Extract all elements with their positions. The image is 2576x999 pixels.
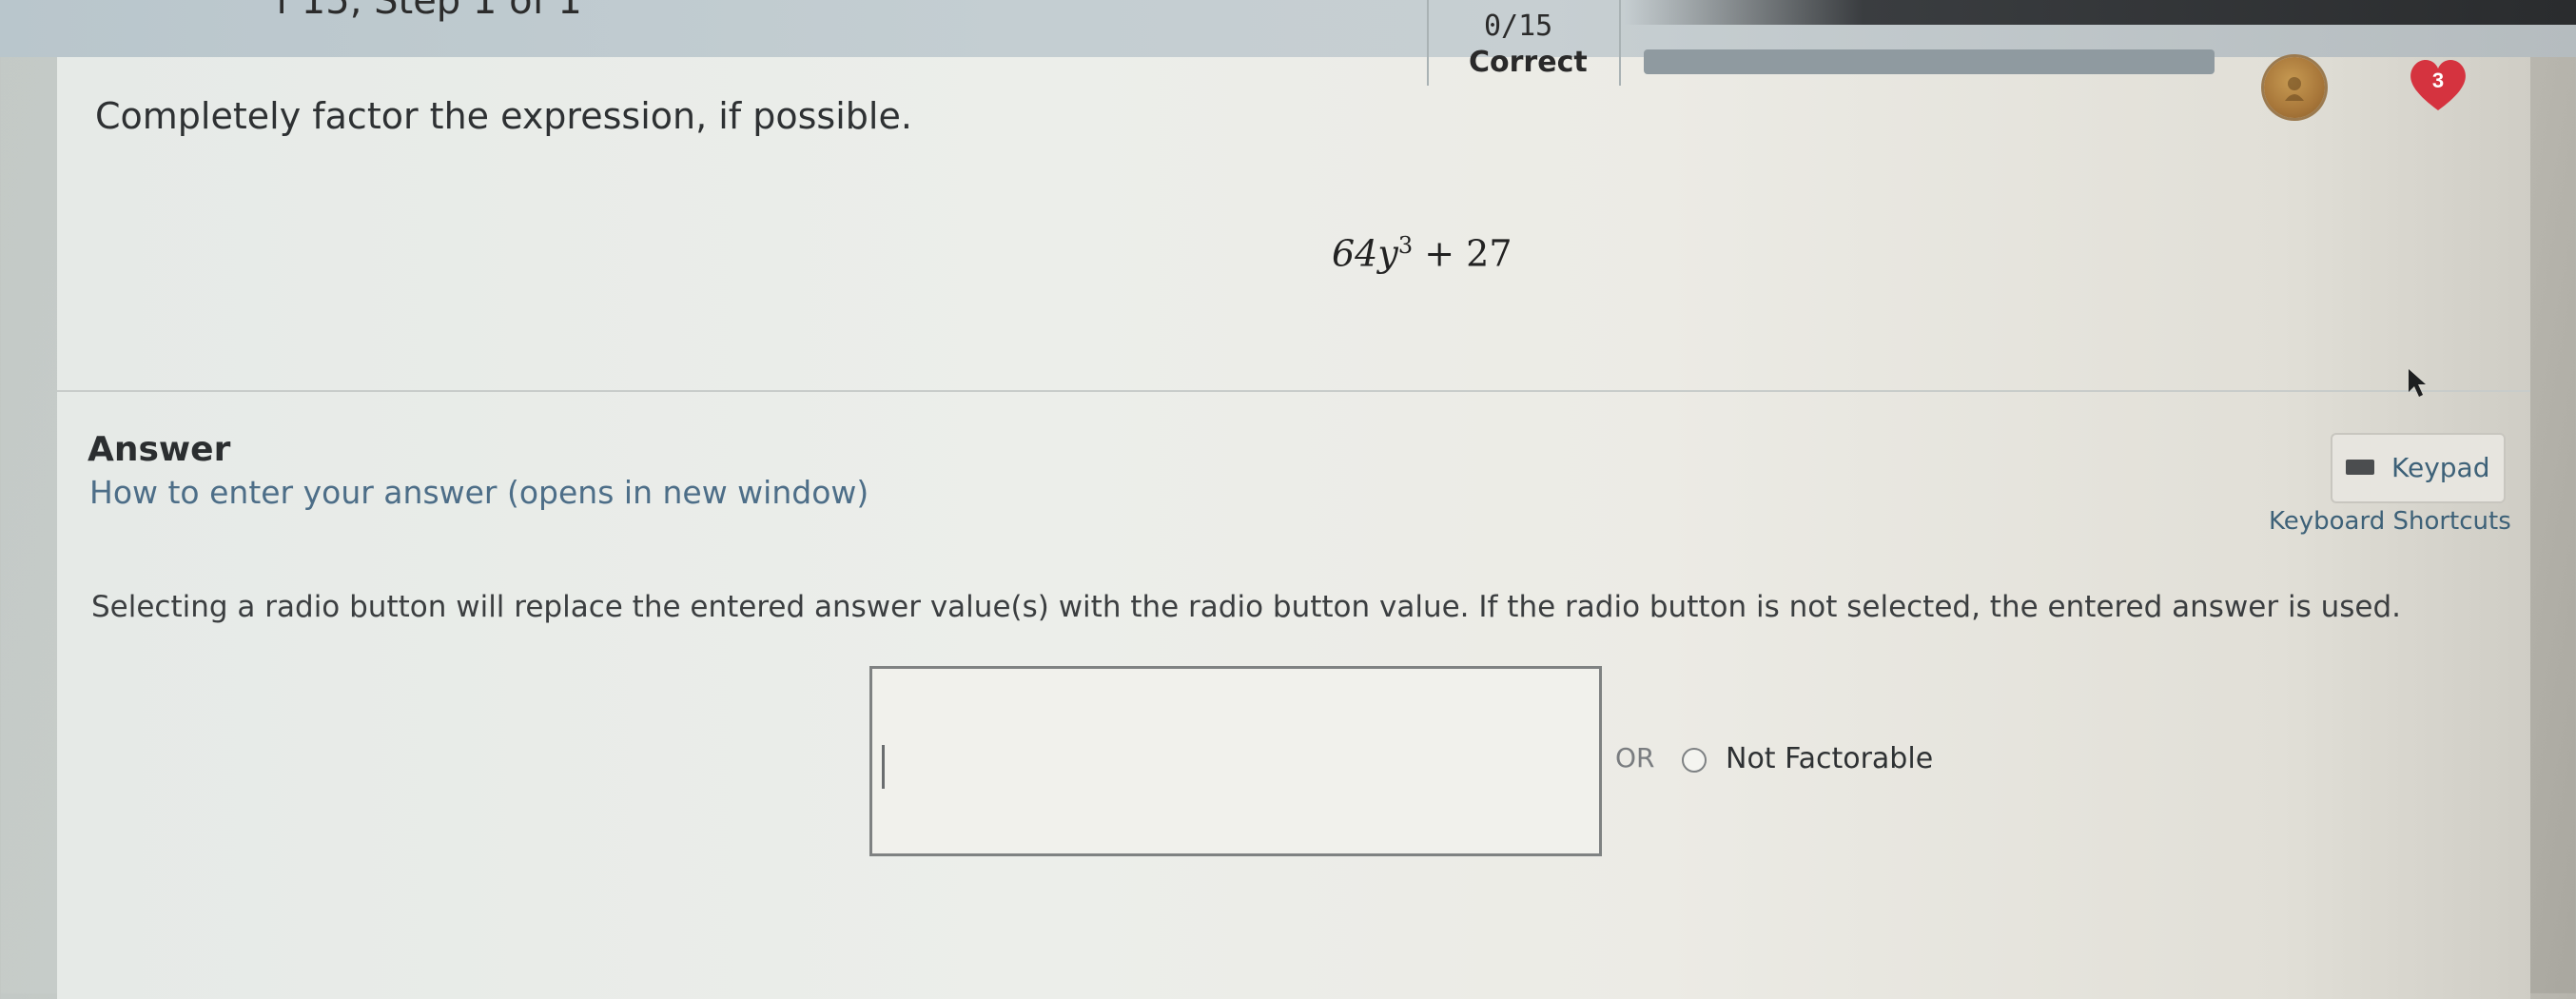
score-counter: 0/15 bbox=[1484, 10, 1553, 43]
or-label: OR bbox=[1615, 742, 1655, 774]
step-title: f 15, Step 1 of 1 bbox=[276, 0, 582, 23]
mouse-cursor-icon bbox=[2407, 367, 2430, 404]
progress-bar bbox=[1644, 49, 2215, 74]
radio-instruction: Selecting a radio button will replace th… bbox=[91, 590, 2401, 624]
keypad-button[interactable]: Keypad bbox=[2331, 433, 2506, 503]
heart-icon[interactable]: 3 bbox=[2407, 55, 2469, 112]
expression-coefficient: 64 bbox=[1332, 232, 1378, 275]
section-divider bbox=[57, 390, 2530, 392]
page: f 15, Step 1 of 1 0/15 Correct 3 Complet… bbox=[0, 0, 2576, 999]
keyboard-shortcuts-link[interactable]: Keyboard Shortcuts bbox=[2269, 507, 2511, 536]
avatar-medal-icon[interactable] bbox=[2264, 57, 2325, 118]
question-prompt: Completely factor the expression, if pos… bbox=[95, 95, 912, 137]
hearts-count: 3 bbox=[2431, 69, 2445, 92]
status-label: Correct bbox=[1469, 46, 1588, 79]
keyboard-icon bbox=[2346, 460, 2374, 475]
expression-constant: 27 bbox=[1466, 232, 1512, 275]
expression-operator: + bbox=[1424, 232, 1455, 275]
not-factorable-label[interactable]: Not Factorable bbox=[1726, 742, 1933, 775]
top-bar-dark-region bbox=[1625, 0, 2576, 25]
how-to-enter-answer-link[interactable]: How to enter your answer (opens in new w… bbox=[89, 474, 868, 511]
top-bar: f 15, Step 1 of 1 bbox=[0, 0, 2576, 57]
question-card bbox=[57, 57, 2530, 999]
answer-input[interactable] bbox=[869, 666, 1602, 856]
keypad-label: Keypad bbox=[2391, 452, 2490, 483]
answer-heading: Answer bbox=[88, 430, 231, 469]
not-factorable-radio[interactable] bbox=[1682, 748, 1707, 773]
expression-exponent: 3 bbox=[1397, 232, 1414, 259]
text-caret bbox=[882, 745, 885, 789]
math-expression: 64y3 + 27 bbox=[1332, 232, 1512, 275]
expression-variable: y bbox=[1377, 232, 1398, 275]
